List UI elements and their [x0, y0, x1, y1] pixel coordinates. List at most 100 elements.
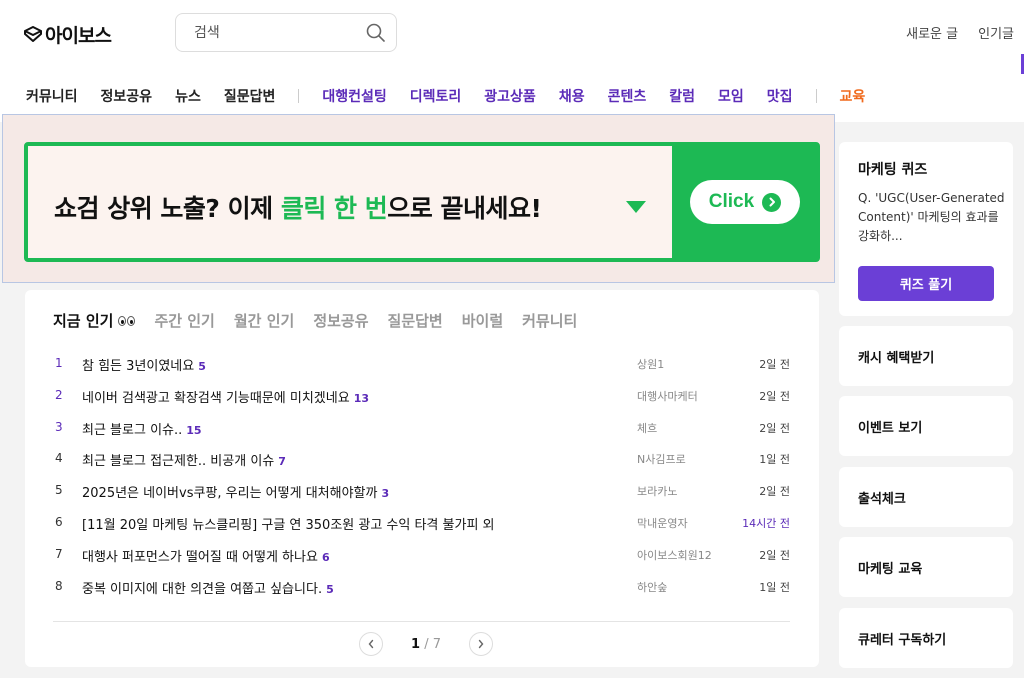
post-title[interactable]: 네이버 검색광고 확장검색 기능때문에 미치겠네요 13 [82, 387, 369, 406]
popular-posts-list: 1 참 힘든 3년이였네요 5 상원1 2일 전 2 네이버 검색광고 확장검색 … [25, 348, 819, 602]
solve-quiz-button[interactable]: 퀴즈 풀기 [858, 266, 994, 301]
post-row[interactable]: 6 [11월 20일 마케팅 뉴스클리핑] 구글 연 350조원 광고 수익 타… [25, 507, 819, 539]
post-author: 하안숲 [637, 580, 668, 594]
nav-news[interactable]: 뉴스 [175, 86, 201, 106]
search-box[interactable] [175, 13, 397, 52]
comment-count: 13 [353, 391, 370, 405]
post-row[interactable]: 4 최근 블로그 접근제한.. 비공개 이슈 7 N사김프로 1일 전 [25, 443, 819, 475]
post-rank: 8 [55, 578, 63, 593]
post-time: 1일 전 [759, 453, 790, 467]
post-rank: 2 [55, 387, 63, 402]
tab-monthly-popular[interactable]: 월간 인기 [234, 310, 294, 331]
chevron-right-icon [762, 192, 782, 212]
nav-meetup[interactable]: 모임 [718, 86, 744, 106]
post-time: 2일 전 [759, 485, 790, 499]
top-links: 새로운 글 인기글 [906, 23, 1014, 42]
nav-column[interactable]: 칼럼 [669, 86, 695, 106]
cash-benefit-card[interactable]: 캐시 혜택받기 [839, 326, 1013, 386]
nav-directory[interactable]: 디렉토리 [410, 86, 462, 106]
tab-weekly-popular[interactable]: 주간 인기 [154, 310, 214, 331]
triangle-down-icon [626, 201, 646, 213]
nav-agency-consulting[interactable]: 대행컨설팅 [322, 86, 386, 106]
post-time: 2일 전 [759, 548, 790, 562]
search-input[interactable] [194, 23, 354, 43]
post-rank: 5 [55, 483, 63, 498]
main-nav: 커뮤니티 정보공유 뉴스 질문답변 대행컨설팅 디렉토리 광고상품 채용 콘텐츠… [26, 86, 888, 106]
prev-page-button[interactable] [359, 632, 383, 656]
events-card[interactable]: 이벤트 보기 [839, 396, 1013, 456]
nav-divider [298, 89, 300, 103]
site-logo[interactable]: 아이보스 [24, 22, 112, 47]
banner-headline: 쇼검 상위 노출? 이제 클릭 한 번으로 끝내세요! [54, 194, 542, 223]
card-label: 이벤트 보기 [858, 421, 923, 436]
post-time: 14시간 전 [742, 516, 790, 530]
post-row[interactable]: 7 대행사 퍼포먼스가 떨어질 때 어떻게 하나요 6 아이보스회원12 2일 전 [25, 539, 819, 571]
post-rank: 7 [55, 546, 63, 561]
tab-now-popular[interactable]: 지금 인기 [53, 310, 136, 331]
popular-posts-link[interactable]: 인기글 [978, 23, 1014, 42]
nav-ad-products[interactable]: 광고상품 [484, 86, 536, 106]
post-author: 체흐 [637, 421, 658, 435]
site-header: 아이보스 새로운 글 인기글 커뮤니티 정보공유 뉴스 질문답변 대행컨설팅 디… [0, 0, 1024, 122]
post-rank: 3 [55, 419, 63, 434]
post-row[interactable]: 2 네이버 검색광고 확장검색 기능때문에 미치겠네요 13 대행사마케터 2일 … [25, 380, 819, 412]
post-title[interactable]: 최근 블로그 이슈.. 15 [82, 419, 202, 438]
pagination: 1 / 7 [359, 632, 493, 656]
post-rank: 6 [55, 514, 63, 529]
nav-jobs[interactable]: 채용 [559, 86, 585, 106]
card-label: 마케팅 교육 [858, 562, 923, 577]
post-row[interactable]: 5 2025년은 네이버vs쿠팡, 우리는 어떻게 대처해야할까 3 보라카노 2… [25, 475, 819, 507]
nav-qna[interactable]: 질문답변 [224, 86, 276, 106]
new-posts-link[interactable]: 새로운 글 [906, 23, 958, 42]
nav-info-share[interactable]: 정보공유 [101, 86, 153, 106]
newsletter-subscribe-card[interactable]: 큐레터 구독하기 [839, 608, 1013, 668]
attendance-card[interactable]: 출석체크 [839, 467, 1013, 527]
post-row[interactable]: 1 참 힘든 3년이였네요 5 상원1 2일 전 [25, 348, 819, 380]
card-label: 캐시 혜택받기 [858, 351, 935, 366]
comment-count: 6 [321, 550, 330, 564]
post-time: 2일 전 [759, 358, 790, 371]
nav-community[interactable]: 커뮤니티 [26, 86, 78, 106]
post-row[interactable]: 3 최근 블로그 이슈.. 15 체흐 2일 전 [25, 412, 819, 444]
post-time: 1일 전 [759, 580, 790, 594]
post-title[interactable]: 최근 블로그 접근제한.. 비공개 이슈 7 [82, 450, 286, 469]
search-icon[interactable] [366, 23, 386, 43]
tab-info-share[interactable]: 정보공유 [313, 310, 368, 331]
post-author: 막내운영자 [637, 516, 688, 530]
quiz-title: 마케팅 퀴즈 [858, 162, 928, 178]
post-row[interactable]: 8 중복 이미지에 대한 의견을 여쭙고 싶습니다. 5 하안숲 1일 전 [25, 571, 819, 603]
tab-community[interactable]: 커뮤니티 [522, 310, 577, 331]
logo-cube-icon [24, 26, 42, 42]
post-time: 2일 전 [759, 421, 790, 435]
banner-click-button[interactable]: Click [690, 180, 800, 224]
nav-education[interactable]: 교육 [840, 86, 866, 106]
marketing-education-card[interactable]: 마케팅 교육 [839, 537, 1013, 597]
next-page-button[interactable] [469, 632, 493, 656]
eyes-icon [118, 315, 136, 326]
quiz-question: Q. 'UGC(User-Generated Content)' 마케팅의 효과… [858, 191, 1005, 243]
nav-contents[interactable]: 콘텐츠 [608, 86, 647, 106]
popular-tabs: 지금 인기 주간 인기 월간 인기 정보공유 질문답변 바이럴 커뮤니티 [53, 310, 577, 331]
popular-posts-panel: 지금 인기 주간 인기 월간 인기 정보공유 질문답변 바이럴 커뮤니티 1 참… [25, 290, 819, 667]
nav-restaurants[interactable]: 맛집 [767, 86, 793, 106]
comment-count: 15 [186, 423, 202, 437]
tab-viral[interactable]: 바이럴 [462, 310, 503, 331]
post-author: N사김프로 [637, 453, 686, 467]
card-label: 큐레터 구독하기 [858, 633, 947, 648]
chevron-left-icon [368, 639, 374, 649]
post-title[interactable]: 2025년은 네이버vs쿠팡, 우리는 어떻게 대처해야할까 3 [82, 482, 389, 501]
logo-text: 아이보스 [45, 24, 112, 47]
ad-banner[interactable]: 쇼검 상위 노출? 이제 클릭 한 번으로 끝내세요! Click [24, 142, 820, 262]
post-author: 아이보스회원12 [637, 548, 712, 562]
click-button-label: Click [708, 191, 755, 212]
tab-qna[interactable]: 질문답변 [388, 310, 443, 331]
post-title[interactable]: 대행사 퍼포먼스가 떨어질 때 어떻게 하나요 6 [82, 546, 330, 565]
comment-count: 5 [198, 360, 206, 373]
comment-count: 5 [326, 582, 334, 596]
post-author: 보라카노 [637, 485, 678, 499]
post-title[interactable]: 참 힘든 3년이였네요 5 [82, 355, 206, 374]
post-time: 2일 전 [759, 389, 790, 403]
chevron-right-icon [478, 639, 484, 649]
post-title[interactable]: [11월 20일 마케팅 뉴스클리핑] 구글 연 350조원 광고 수익 타격 … [82, 514, 499, 533]
post-title[interactable]: 중복 이미지에 대한 의견을 여쭙고 싶습니다. 5 [82, 578, 334, 597]
